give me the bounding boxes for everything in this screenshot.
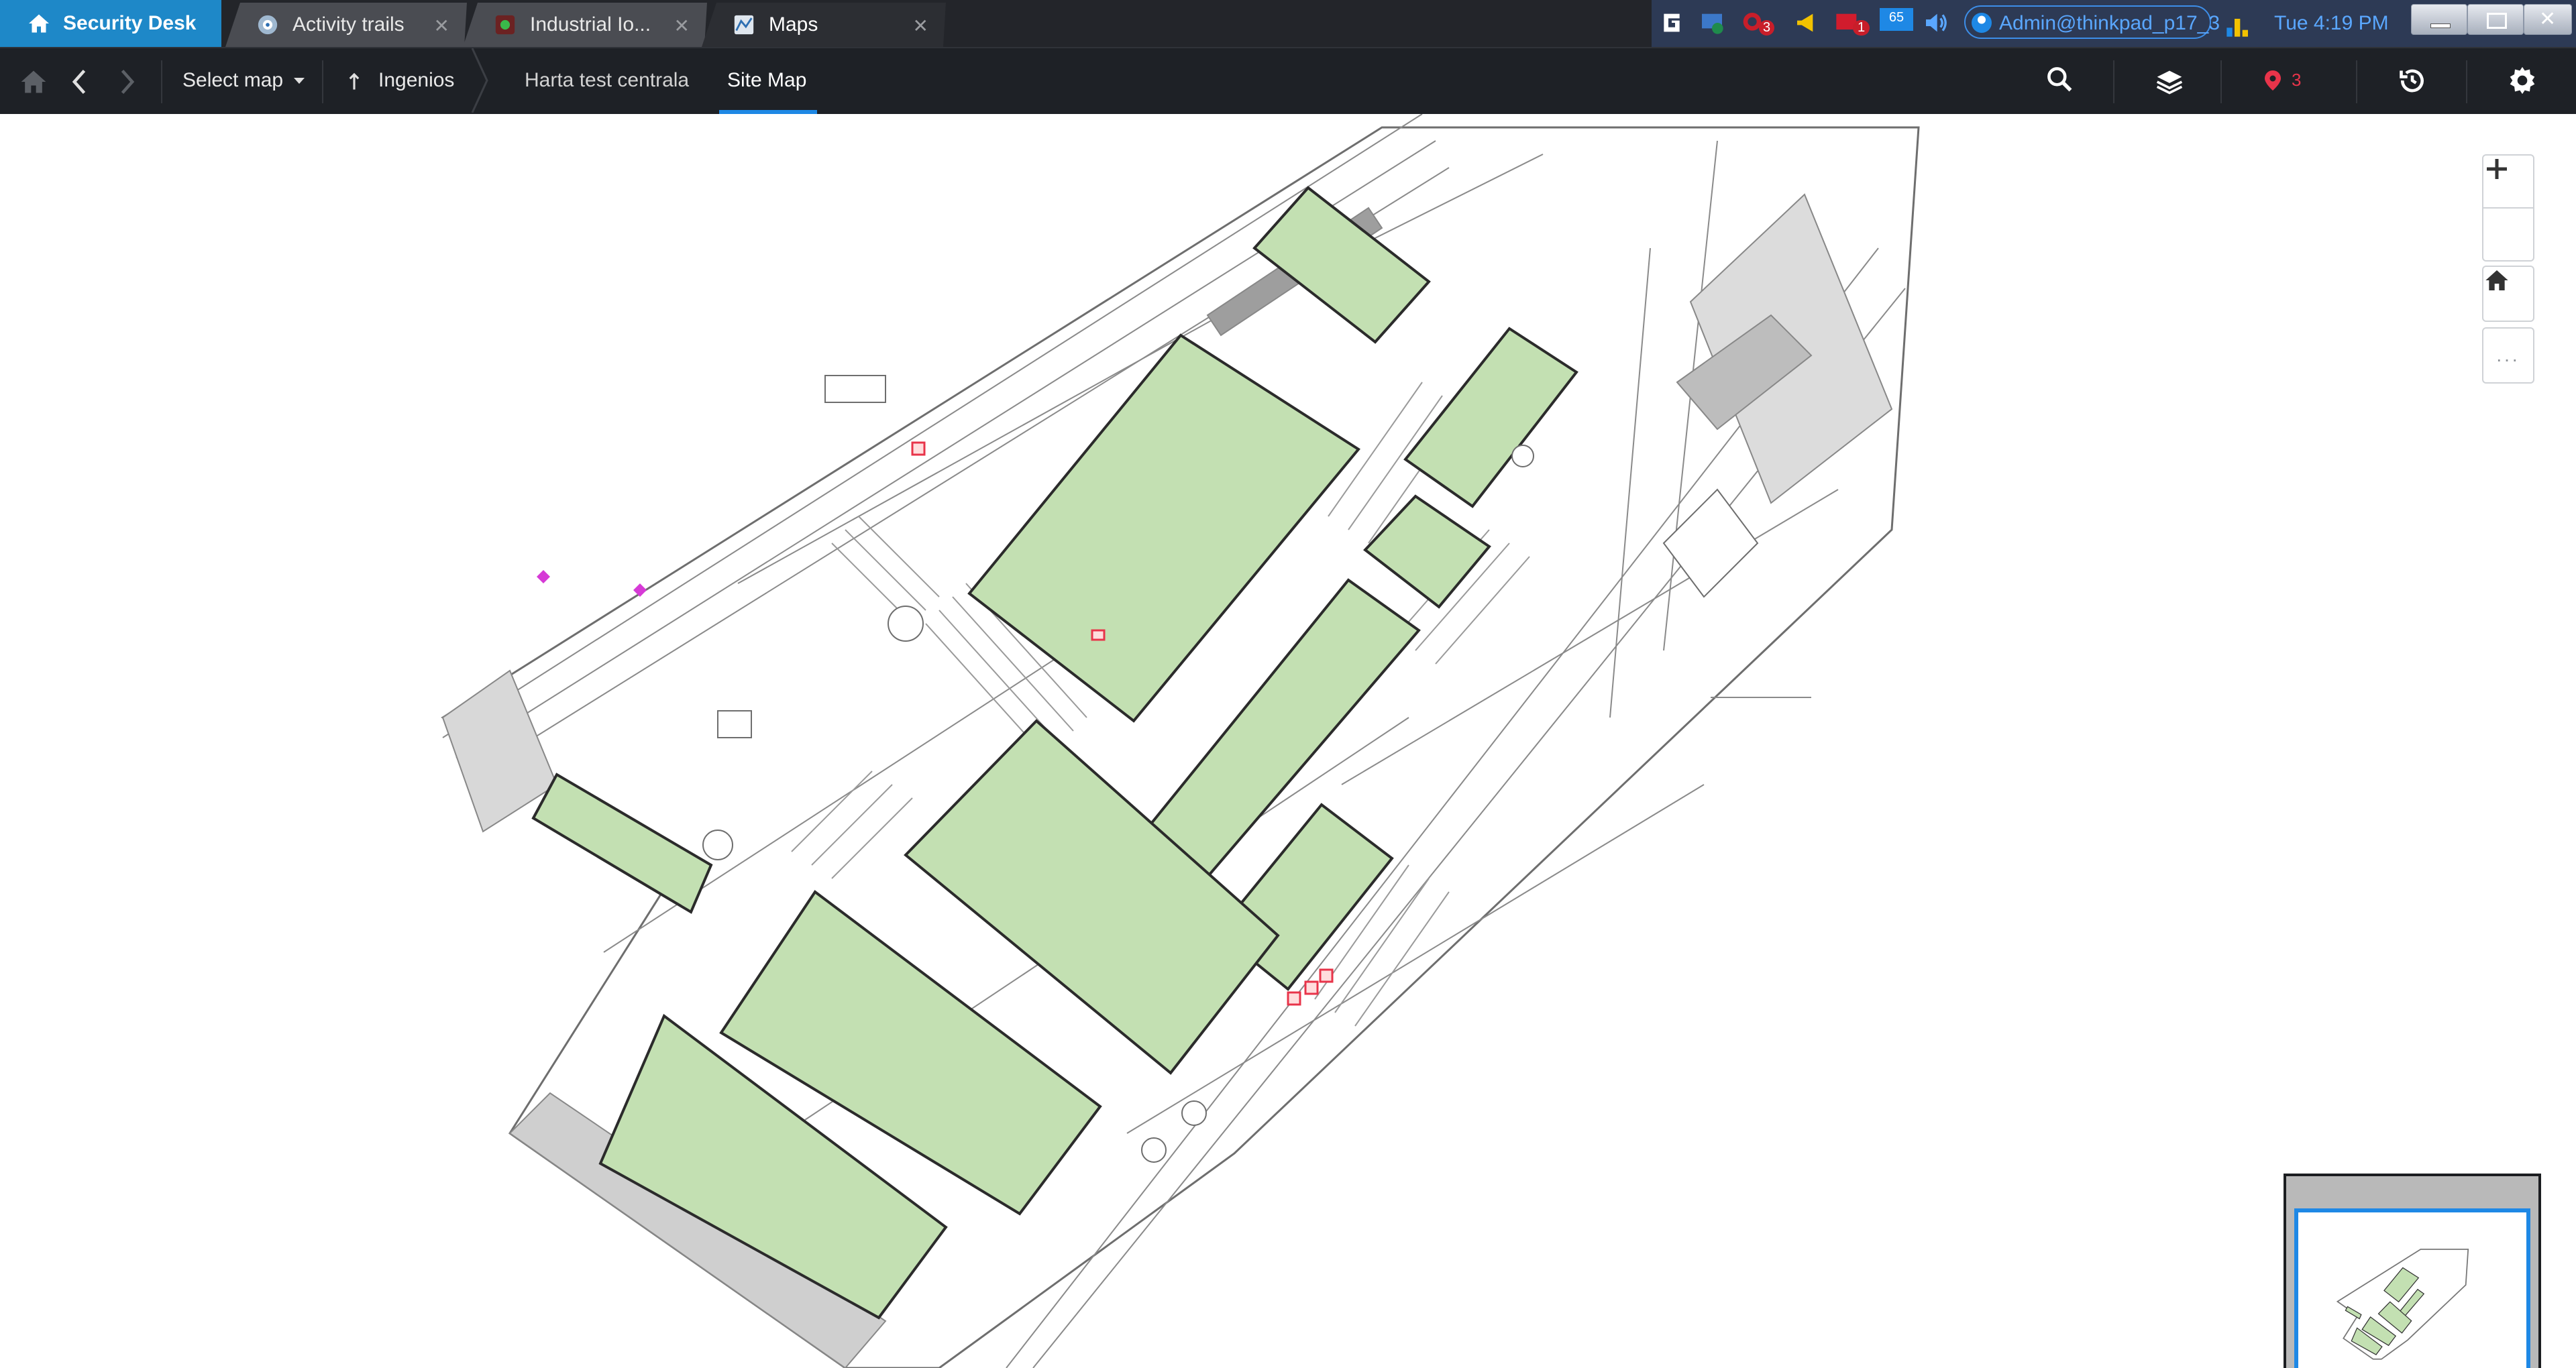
forward-icon[interactable]: [111, 67, 141, 97]
tab-industrial-iot[interactable]: Industrial Io... ✕: [463, 3, 707, 47]
breadcrumb-separator: [471, 48, 488, 113]
map-home-button[interactable]: [2482, 266, 2534, 322]
tab-activity-trails[interactable]: Activity trails ✕: [225, 3, 467, 47]
volume-icon[interactable]: [1923, 9, 1949, 36]
user-name: Admin@thinkpad_p17_3: [1999, 12, 2220, 34]
parent-map-button[interactable]: Ingenios: [342, 48, 463, 113]
up-level-icon: [349, 72, 360, 90]
more-options-button[interactable]: ...: [2482, 327, 2534, 384]
clock: Tue 4:19 PM: [2274, 12, 2389, 34]
user-account-button[interactable]: Admin@thinkpad_p17_3: [1964, 5, 2220, 39]
notification-badge: 1: [1853, 20, 1870, 36]
breadcrumb-item[interactable]: Harta test centrala: [525, 48, 689, 113]
home-icon[interactable]: [19, 67, 48, 97]
close-window-button[interactable]: ✕: [2524, 4, 2572, 35]
tab-label: Maps: [769, 13, 818, 36]
map-pin-alarm-icon: [2265, 70, 2281, 91]
app-home-tab[interactable]: Security Desk: [0, 0, 221, 47]
breadcrumb-current[interactable]: Site Map: [727, 48, 806, 113]
close-icon[interactable]: ✕: [434, 15, 449, 37]
close-icon: ✕: [2539, 8, 2557, 30]
alarm-count: 3: [2292, 70, 2302, 90]
activity-trails-icon: [256, 13, 279, 36]
megaphone-icon[interactable]: [1794, 9, 1821, 36]
site-plan-drawing[interactable]: [0, 114, 2576, 1368]
tab-maps[interactable]: Maps ✕: [702, 3, 946, 47]
minimap-drawing: [2336, 1249, 2469, 1360]
building: [531, 773, 713, 914]
history-icon[interactable]: [2398, 66, 2427, 95]
building: [1363, 494, 1491, 609]
layers-icon[interactable]: [2155, 67, 2184, 97]
home-icon: [29, 14, 49, 33]
active-alarms-button[interactable]: 3: [2261, 66, 2321, 97]
monitor-icon[interactable]: 65: [1880, 8, 1913, 31]
more-label: ...: [2496, 345, 2520, 365]
chevron-down-icon: [294, 78, 305, 84]
close-icon[interactable]: ✕: [913, 15, 928, 37]
zoom-out-button[interactable]: [2483, 167, 2533, 260]
app-title: Security Desk: [63, 12, 197, 34]
monitor-badge: 65: [1888, 10, 1904, 25]
minimap[interactable]: [2284, 1174, 2541, 1368]
performance-bars-icon[interactable]: [2224, 12, 2251, 39]
minus-icon: [2487, 167, 2507, 171]
genetec-logo-icon[interactable]: [1658, 9, 1685, 36]
back-icon[interactable]: [66, 67, 95, 97]
building: [1252, 186, 1431, 344]
select-map-dropdown[interactable]: Select map: [181, 48, 313, 113]
search-icon[interactable]: [2045, 64, 2074, 94]
alarm-badge: 3: [1759, 20, 1775, 36]
close-icon[interactable]: ✕: [674, 15, 690, 37]
server-monitor-icon[interactable]: [1699, 9, 1725, 36]
industrial-iot-icon: [494, 13, 517, 36]
minimize-button[interactable]: [2411, 4, 2467, 35]
gear-icon[interactable]: [2508, 66, 2537, 95]
restore-button[interactable]: [2467, 4, 2524, 35]
maps-icon: [733, 13, 755, 36]
parent-map-label: Ingenios: [378, 69, 455, 91]
building: [1403, 327, 1578, 508]
tab-strip: Security Desk Activity trails ✕ Industri…: [0, 0, 2576, 47]
site-map-canvas[interactable]: ...: [0, 114, 2576, 1368]
select-map-label: Select map: [182, 69, 284, 91]
home-icon: [2485, 270, 2508, 290]
tab-label: Activity trails: [292, 13, 405, 36]
map-toolbar: Select map Ingenios Harta test centrala …: [0, 47, 2576, 114]
minimap-viewport[interactable]: [2294, 1208, 2530, 1368]
user-globe-icon: [1972, 13, 1992, 33]
zoom-control: [2482, 154, 2534, 262]
tab-label: Industrial Io...: [530, 13, 651, 36]
